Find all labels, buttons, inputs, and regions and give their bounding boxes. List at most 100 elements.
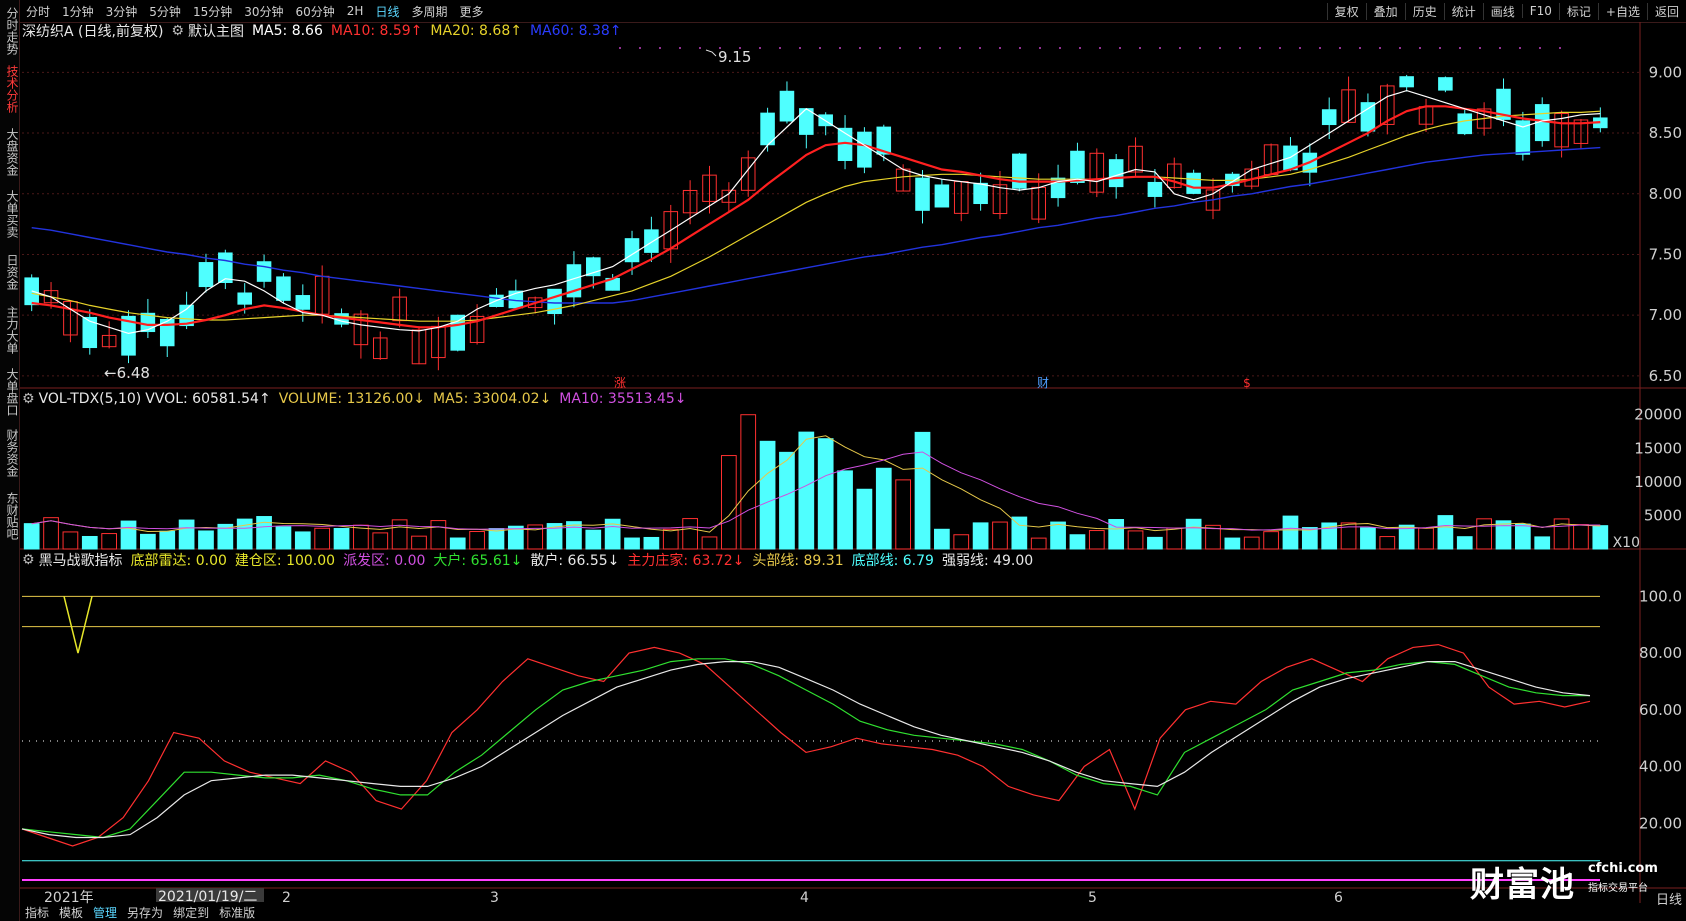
volume-bar <box>1418 527 1434 550</box>
candle-body <box>624 238 640 263</box>
bottom-tab-bind-to[interactable]: 绑定到 <box>168 904 214 921</box>
volume-bar <box>81 535 98 550</box>
volume-bar <box>701 536 718 550</box>
signal-dot <box>959 47 961 49</box>
signal-dot <box>899 47 901 49</box>
event-marker: $ <box>1243 376 1251 390</box>
candle-body <box>1321 109 1337 126</box>
volume-bar <box>662 528 679 550</box>
volume-bar <box>1379 536 1396 550</box>
volume-bar <box>779 451 795 550</box>
volume-bar <box>682 518 698 550</box>
signal-dot <box>1199 47 1201 49</box>
price-tick-label: 8.00 <box>1649 185 1682 203</box>
candle-body <box>1457 113 1473 135</box>
signal-dot <box>1539 47 1541 49</box>
volume-bar <box>120 520 137 550</box>
volume-bar <box>1147 536 1163 550</box>
candle-body <box>1070 150 1085 183</box>
bottom-tab-manage[interactable]: 管理 <box>88 904 122 921</box>
candle-body <box>295 295 311 310</box>
volume-bar <box>1011 516 1028 550</box>
volume-bar <box>469 531 485 550</box>
volume-bar <box>1456 536 1473 550</box>
volume-bar <box>817 438 834 550</box>
cfchi-watermark: 财富池 cfchi.com 指标交易平台 <box>1470 861 1658 905</box>
signal-dot <box>1219 47 1221 49</box>
signal-dot <box>1379 47 1381 49</box>
signal-dot <box>1059 47 1061 49</box>
volume-bar <box>101 533 118 550</box>
signal-dot <box>1299 47 1301 49</box>
price-tick-label: 9.00 <box>1649 63 1682 81</box>
volume-bar <box>914 431 931 550</box>
volume-bars <box>23 414 1609 550</box>
signal-dot <box>979 47 981 49</box>
signal-dot <box>659 47 661 49</box>
signal-dot <box>699 47 701 49</box>
main-dealer-line <box>21 643 1591 847</box>
volume-bar <box>1476 518 1492 550</box>
bottom-tab-standard[interactable]: 标准版 <box>214 904 260 921</box>
candlestick-series <box>24 74 1608 371</box>
volume-bar <box>1282 515 1299 550</box>
signal-dot <box>1339 47 1341 49</box>
volume-bar <box>294 531 311 550</box>
signal-dot <box>1519 47 1521 49</box>
candle-body <box>934 184 950 208</box>
candle-body <box>1012 153 1027 189</box>
signal-dot <box>1359 47 1361 49</box>
volume-bar <box>236 518 253 550</box>
price-tick-label: 8.50 <box>1649 124 1682 142</box>
signal-dot <box>919 47 921 49</box>
volume-bar <box>1592 525 1609 550</box>
volume-bar <box>585 529 602 550</box>
bottom-radar-signal <box>63 596 93 654</box>
signal-dot <box>1139 47 1141 49</box>
bottom-tab-indicator[interactable]: 指标 <box>20 904 54 921</box>
stock-chart-window: 分时走势 技术分析 大盘资金 大单买卖 日资金 主力大单 大单盘口 财务资金 东财贴吧 分时 1分… <box>0 0 1686 921</box>
chart-canvas[interactable]: 9.00 8.50 8.00 7.50 7.00 6.50 9.15 ←6.48 涨 财 $2000… <box>0 0 1686 921</box>
volume-bar <box>1573 524 1589 550</box>
signal-dot <box>679 47 681 49</box>
volume-bar <box>275 526 292 550</box>
low-price-label: ←6.48 <box>104 364 150 382</box>
signal-dot <box>1119 47 1121 49</box>
indicator-tick-label: 60.00 <box>1639 701 1682 719</box>
signal-dot <box>1279 47 1281 49</box>
volume-bar <box>972 522 989 550</box>
volume-bar <box>488 528 505 550</box>
signal-dot <box>1159 47 1161 49</box>
bottom-tab-save-as[interactable]: 另存为 <box>122 904 168 921</box>
signal-dot <box>759 47 761 49</box>
high-price-label: 9.15 <box>718 48 751 66</box>
signal-dot <box>639 47 641 49</box>
signal-dot <box>1259 47 1261 49</box>
volume-tick-label: 20000 <box>1634 406 1682 424</box>
volume-bar <box>23 523 40 550</box>
candle-body <box>276 276 291 301</box>
signal-dot <box>939 47 941 49</box>
indicator-tick-label: 80.00 <box>1639 644 1682 662</box>
bottom-bar: 指标 模板 管理 另存为 绑定到 标准版 <box>20 903 1686 921</box>
volume-bar <box>1243 536 1260 550</box>
volume-bar <box>198 530 214 550</box>
volume-bar <box>256 516 272 550</box>
volume-bar <box>992 521 1008 550</box>
volume-tick-label: 10000 <box>1634 473 1682 491</box>
candle-body <box>198 262 214 288</box>
signal-dot <box>719 47 721 49</box>
candle-body <box>644 229 659 253</box>
indicator-tick-label: 40.00 <box>1639 758 1682 776</box>
price-tick-label: 7.00 <box>1649 306 1682 324</box>
bottom-tab-template[interactable]: 模板 <box>54 904 88 921</box>
volume-bar <box>624 537 640 550</box>
volume-bar <box>178 519 195 550</box>
volume-bar <box>314 527 331 550</box>
signal-dot <box>619 47 621 49</box>
volume-bar <box>411 535 427 550</box>
signal-dot <box>1019 47 1021 49</box>
volume-bar <box>1301 527 1318 550</box>
volume-bar <box>159 530 176 550</box>
event-marker: 涨 <box>614 375 626 390</box>
